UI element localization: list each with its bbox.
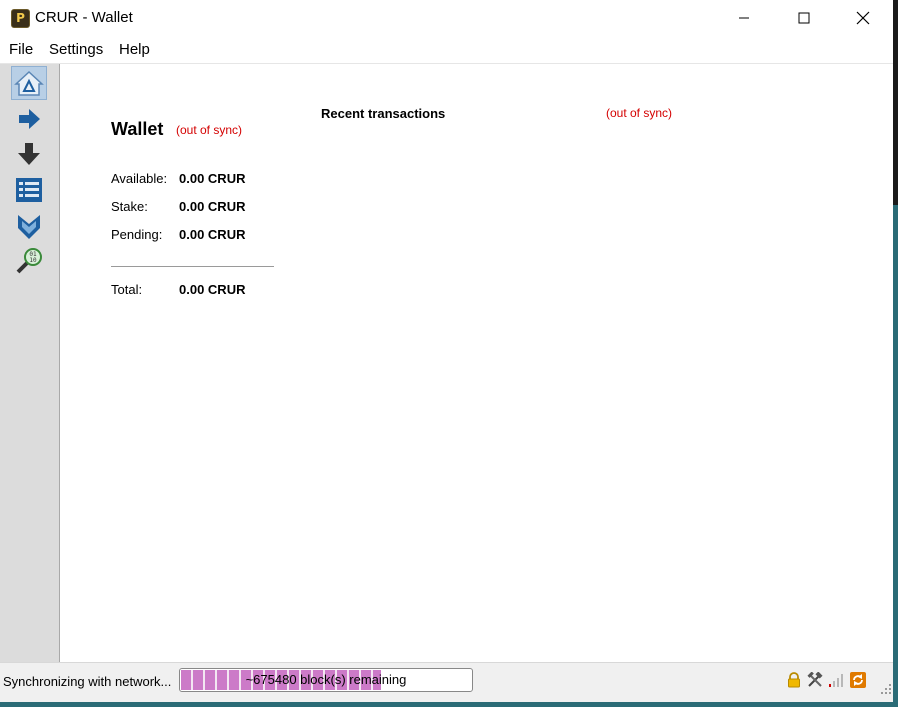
- available-value: 0.00 CRUR: [179, 171, 246, 186]
- send-arrow-icon: [19, 109, 40, 129]
- address-book-button[interactable]: [11, 209, 47, 243]
- menu-bar: File Settings Help: [0, 38, 893, 62]
- stake-label: Stake:: [111, 199, 148, 214]
- recent-transactions-heading: Recent transactions: [321, 106, 446, 121]
- transactions-button[interactable]: [11, 173, 47, 207]
- address-book-icon: [18, 215, 40, 239]
- status-bar: Synchronizing with network... ~675480 bl…: [0, 662, 893, 703]
- close-button[interactable]: [840, 0, 886, 36]
- home-icon: [14, 70, 44, 96]
- menu-help[interactable]: Help: [119, 41, 150, 58]
- overview-page: Wallet (out of sync) Available: 0.00 CRU…: [60, 64, 893, 662]
- total-value: 0.00 CRUR: [179, 282, 246, 297]
- minimize-icon: [739, 17, 749, 19]
- send-button[interactable]: [11, 102, 47, 136]
- receive-button[interactable]: [11, 137, 47, 171]
- available-label: Available:: [111, 171, 168, 186]
- recent-out-of-sync-label: (out of sync): [606, 106, 673, 120]
- total-label: Total:: [111, 282, 143, 297]
- menu-settings[interactable]: Settings: [49, 41, 103, 58]
- staking-tools-icon[interactable]: [807, 672, 823, 688]
- wallet-out-of-sync-label: (out of sync): [176, 123, 243, 137]
- minimize-button[interactable]: [721, 0, 767, 36]
- sync-status-text: Synchronizing with network...: [3, 674, 172, 689]
- lock-icon[interactable]: [786, 672, 802, 688]
- window-title: CRUR - Wallet: [35, 9, 133, 26]
- pending-value: 0.00 CRUR: [179, 227, 246, 242]
- maximize-button[interactable]: [781, 0, 827, 36]
- sync-progress-label: ~675480 block(s) remaining: [245, 672, 407, 687]
- wallet-heading: Wallet: [111, 119, 164, 139]
- taskbar-edge: [0, 702, 893, 707]
- receive-arrow-icon: [18, 143, 40, 165]
- stake-value: 0.00 CRUR: [179, 199, 246, 214]
- sync-progress-bar: ~675480 block(s) remaining: [179, 668, 473, 692]
- menu-file[interactable]: File: [9, 41, 33, 58]
- sidebar-toolbar: 01 10: [0, 64, 60, 662]
- pending-label: Pending:: [111, 227, 163, 242]
- title-bar[interactable]: P CRUR - Wallet: [0, 0, 893, 36]
- app-logo-icon: P: [11, 9, 30, 28]
- resize-grip-icon[interactable]: [880, 683, 892, 695]
- syncing-icon[interactable]: [850, 672, 866, 688]
- transactions-list-icon: [16, 178, 42, 202]
- close-icon: [856, 11, 870, 25]
- block-explorer-icon: 01 10: [16, 248, 42, 274]
- desktop-background: [893, 205, 898, 707]
- balance-divider: [111, 266, 274, 267]
- block-explorer-button[interactable]: 01 10: [11, 244, 47, 278]
- maximize-icon: [798, 12, 810, 24]
- network-connections-icon[interactable]: [828, 672, 844, 688]
- svg-text:10: 10: [29, 257, 37, 264]
- wallet-window: P CRUR - Wallet File Settings Help 01 10…: [0, 0, 893, 707]
- overview-button[interactable]: [11, 66, 47, 100]
